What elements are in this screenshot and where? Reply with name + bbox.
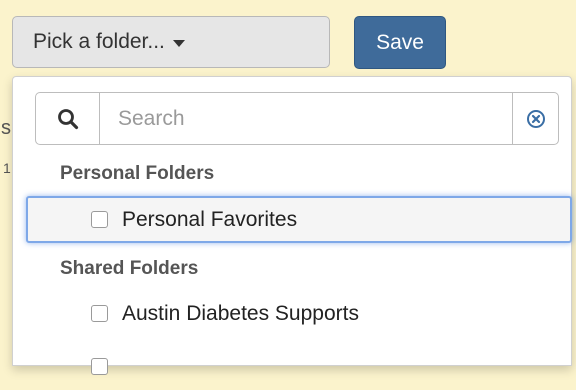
folder-dropdown-menu: Personal Folders Personal Favorites Shar… xyxy=(12,76,572,375)
search-input[interactable] xyxy=(100,93,512,144)
clear-search-button[interactable] xyxy=(512,93,558,144)
folder-item-partially-visible[interactable] xyxy=(26,343,572,390)
search-field xyxy=(35,92,559,145)
folder-item-personal-favorites[interactable]: Personal Favorites xyxy=(26,196,572,243)
search-icon xyxy=(57,108,78,129)
background-text-fragment: 1 xyxy=(3,160,11,176)
clear-circle-icon xyxy=(526,109,545,128)
folder-picker-label: Pick a folder... xyxy=(33,30,165,53)
caret-down-icon xyxy=(172,39,185,47)
folder-picker-dropdown[interactable]: Pick a folder... xyxy=(12,16,330,68)
background-text-fragment: s xyxy=(1,117,11,139)
folder-checkbox[interactable] xyxy=(91,305,108,322)
folder-item-austin-diabetes-supports[interactable]: Austin Diabetes Supports xyxy=(26,290,572,337)
folder-item-label: Austin Diabetes Supports xyxy=(122,301,359,325)
folder-checkbox[interactable] xyxy=(91,358,108,375)
folder-checkbox[interactable] xyxy=(91,211,108,228)
search-addon xyxy=(36,93,100,144)
folder-item-label: Personal Favorites xyxy=(122,207,298,231)
save-button[interactable]: Save xyxy=(354,16,446,69)
group-header-shared-folders: Shared Folders xyxy=(60,258,199,279)
group-header-personal-folders: Personal Folders xyxy=(60,163,215,184)
